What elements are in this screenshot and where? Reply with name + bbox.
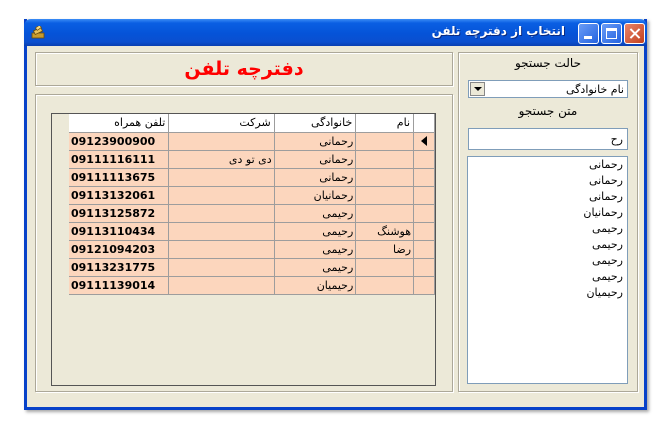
cell-company[interactable] — [168, 132, 275, 151]
cell-phone[interactable]: 09123900900 — [69, 132, 170, 151]
minimize-icon — [584, 36, 592, 39]
result-item[interactable]: رحیمی — [468, 269, 627, 285]
cell-name[interactable] — [355, 168, 415, 187]
row-selector[interactable] — [413, 204, 435, 223]
table-row[interactable]: 09111113675 رحمانی — [69, 168, 435, 187]
cell-company[interactable] — [168, 168, 275, 187]
app-icon — [31, 26, 45, 39]
cell-name[interactable]: هوشنگ — [355, 222, 415, 241]
row-selector[interactable] — [413, 276, 435, 295]
maximize-icon — [606, 28, 617, 39]
window-title: انتخاب از دفترچه تلفن — [431, 24, 565, 38]
result-item[interactable]: رحیمیان — [468, 285, 627, 301]
cell-company[interactable] — [168, 240, 275, 259]
cell-family[interactable]: رحمانی — [274, 168, 357, 187]
cell-phone[interactable]: 09111116111 — [69, 150, 170, 169]
cell-company[interactable] — [168, 222, 275, 241]
table-row[interactable]: 09113132061 رحمانیان — [69, 186, 435, 205]
contacts-grid[interactable]: تلفن همراه شرکت خانوادگی نام 09123900900… — [51, 113, 436, 386]
cell-phone[interactable]: 09121094203 — [69, 240, 170, 259]
cell-family[interactable]: رحیمی — [274, 204, 357, 223]
current-row-arrow-icon — [421, 136, 428, 146]
column-header-phone[interactable]: تلفن همراه — [69, 114, 170, 133]
cell-phone[interactable]: 09111139014 — [69, 276, 170, 295]
result-item[interactable]: رحیمی — [468, 237, 627, 253]
maximize-button[interactable] — [601, 23, 622, 44]
cell-family[interactable]: رحمانی — [274, 150, 357, 169]
result-item[interactable]: رحیمی — [468, 221, 627, 237]
search-mode-label: حالت جستجو — [514, 56, 582, 70]
table-row[interactable]: 09111116111 دی تو دی رحمانی — [69, 150, 435, 169]
cell-company[interactable] — [168, 258, 275, 277]
cell-company[interactable]: دی تو دی — [168, 150, 275, 169]
search-mode-value: نام خانوادگی — [566, 83, 624, 96]
table-row[interactable]: 09121094203 رحیمی رضا — [69, 240, 435, 259]
table-row[interactable]: 09123900900 رحمانی — [69, 132, 435, 151]
table-row[interactable]: 09111139014 رحیمیان — [69, 276, 435, 295]
column-header-name[interactable]: نام — [355, 114, 415, 133]
close-button[interactable] — [624, 23, 645, 44]
column-header-family[interactable]: خانوادگی — [274, 114, 357, 133]
table-row[interactable]: 09113231775 رحیمی — [69, 258, 435, 277]
result-item[interactable]: رحمانیان — [468, 205, 627, 221]
row-selector[interactable] — [413, 258, 435, 277]
table-row[interactable]: 09113125872 رحیمی — [69, 204, 435, 223]
cell-name[interactable] — [355, 132, 415, 151]
cell-family[interactable]: رحیمی — [274, 240, 357, 259]
search-mode-select[interactable]: نام خانوادگی — [468, 80, 628, 98]
row-header-corner — [413, 114, 435, 133]
cell-company[interactable] — [168, 276, 275, 295]
cell-phone[interactable]: 09113110434 — [69, 222, 170, 241]
row-selector[interactable] — [413, 240, 435, 259]
cell-family[interactable]: رحیمیان — [274, 276, 357, 295]
contacts-table: تلفن همراه شرکت خانوادگی نام 09123900900… — [69, 114, 435, 295]
row-selector[interactable] — [413, 150, 435, 169]
row-selector[interactable] — [413, 168, 435, 187]
header-row: تلفن همراه شرکت خانوادگی نام — [69, 114, 435, 133]
result-item[interactable]: رحیمی — [468, 253, 627, 269]
search-text-label: متن جستجو — [518, 104, 578, 118]
search-input[interactable] — [468, 128, 628, 150]
column-header-company[interactable]: شرکت — [168, 114, 275, 133]
table-row[interactable]: 09113110434 رحیمی هوشنگ — [69, 222, 435, 241]
cell-phone[interactable]: 09111113675 — [69, 168, 170, 187]
result-item[interactable]: رحمانی — [468, 157, 627, 173]
cell-phone[interactable]: 09113125872 — [69, 204, 170, 223]
cell-name[interactable] — [355, 276, 415, 295]
cell-name[interactable] — [355, 150, 415, 169]
dropdown-arrow-icon[interactable] — [470, 82, 485, 96]
cell-name[interactable] — [355, 204, 415, 223]
cell-family[interactable]: رحمانی — [274, 132, 357, 151]
minimize-button[interactable] — [578, 23, 599, 44]
result-item[interactable]: رحمانی — [468, 173, 627, 189]
row-selector[interactable] — [413, 222, 435, 241]
cell-family[interactable]: رحمانیان — [274, 186, 357, 205]
cell-company[interactable] — [168, 186, 275, 205]
title-bar[interactable]: انتخاب از دفترچه تلفن — [24, 19, 647, 46]
cell-phone[interactable]: 09113132061 — [69, 186, 170, 205]
cell-name[interactable] — [355, 186, 415, 205]
result-item[interactable]: رحمانی — [468, 189, 627, 205]
cell-family[interactable]: رحیمی — [274, 258, 357, 277]
cell-name[interactable]: رضا — [355, 240, 415, 259]
page-title: دفترچه تلفن — [184, 58, 304, 80]
cell-phone[interactable]: 09113231775 — [69, 258, 170, 277]
cell-company[interactable] — [168, 204, 275, 223]
cell-family[interactable]: رحیمی — [274, 222, 357, 241]
cell-name[interactable] — [355, 258, 415, 277]
row-selector[interactable] — [413, 132, 435, 151]
search-results-list[interactable]: رحمانی رحمانی رحمانی رحمانیان رحیمی رحیمی رحیم… — [467, 156, 628, 384]
row-selector[interactable] — [413, 186, 435, 205]
